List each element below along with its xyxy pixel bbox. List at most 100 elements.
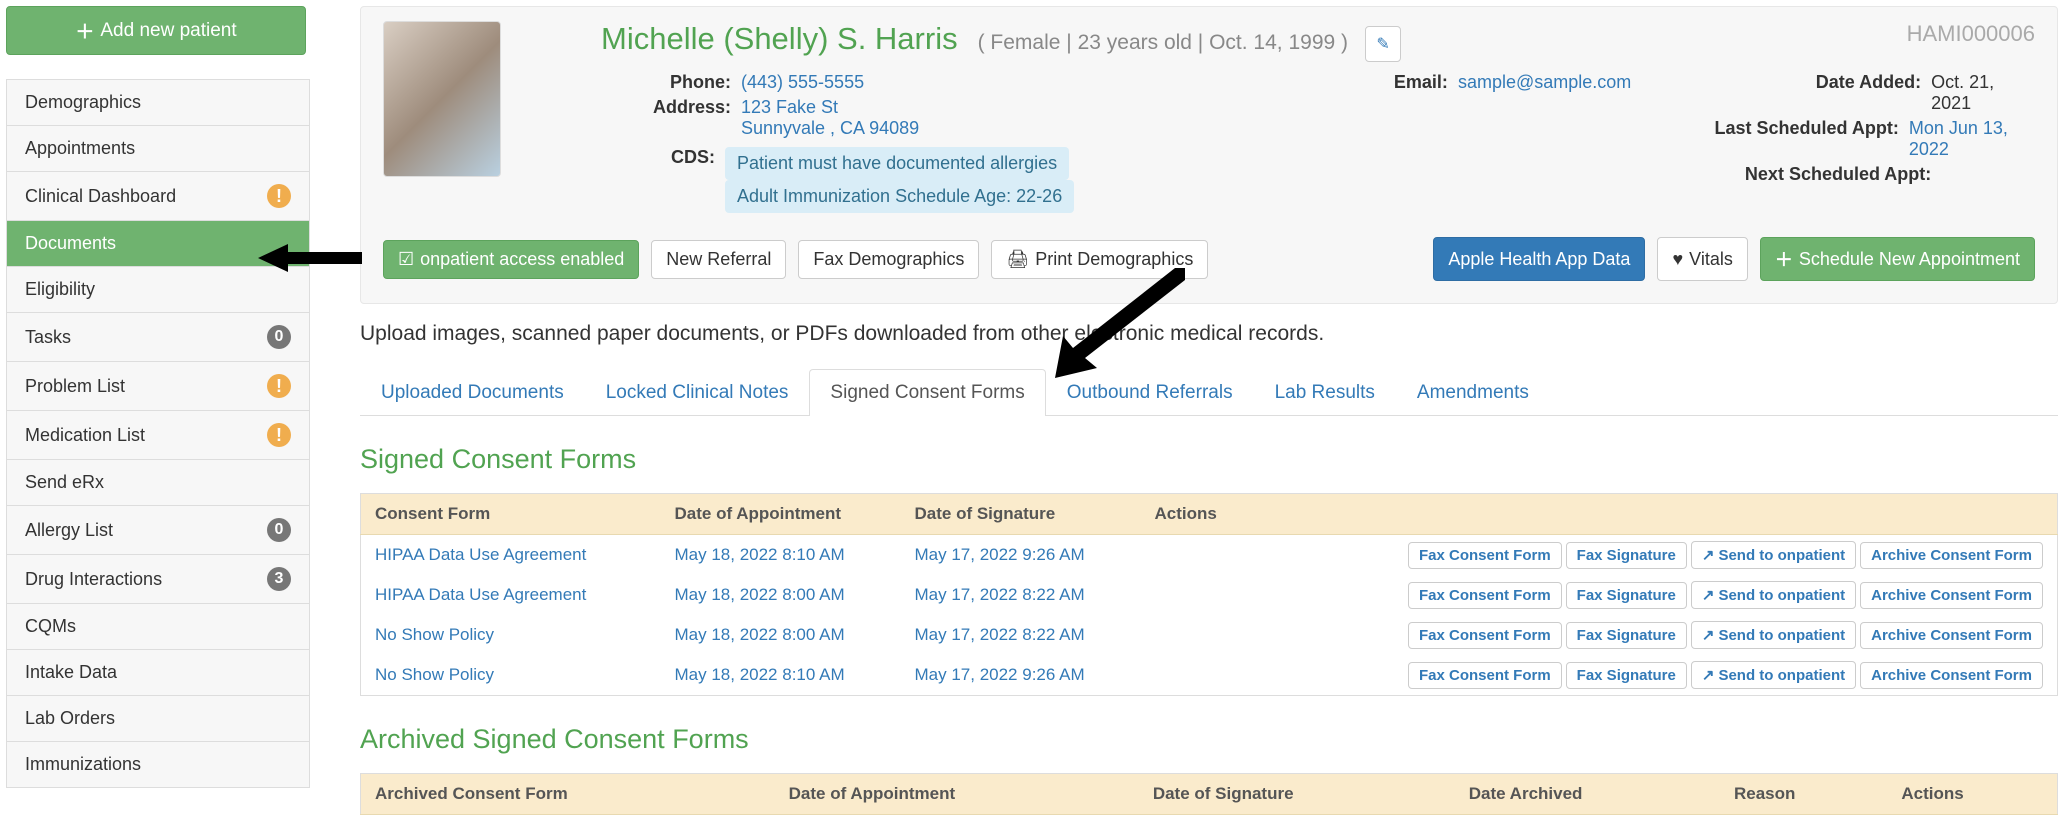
sidebar-item-intake-data[interactable]: Intake Data (6, 650, 310, 696)
signature-date-link[interactable]: May 17, 2022 8:22 AM (901, 575, 1141, 615)
apple-health-button[interactable]: Apple Health App Data (1433, 237, 1645, 281)
instructions-text: Upload images, scanned paper documents, … (360, 322, 2058, 346)
sidebar-item-label: Appointments (25, 138, 135, 159)
onpatient-access-label: onpatient access enabled (420, 249, 624, 270)
check-icon: ☑ (398, 249, 414, 270)
vitals-button[interactable]: ♥ Vitals (1657, 237, 1747, 281)
col-reason: Reason (1720, 774, 1887, 815)
date-added-label: Date Added: (1671, 72, 1931, 114)
sidebar-item-immunizations[interactable]: Immunizations (6, 742, 310, 788)
table-row: No Show PolicyMay 18, 2022 8:00 AMMay 17… (361, 615, 2058, 655)
fax-signature-button[interactable]: Fax Signature (1566, 662, 1687, 689)
fax-signature-button[interactable]: Fax Signature (1566, 542, 1687, 569)
sidebar-item-medication-list[interactable]: Medication List! (6, 411, 310, 460)
address-line1[interactable]: 123 Fake St (741, 97, 919, 118)
sidebar-item-label: Send eRx (25, 472, 104, 493)
consent-form-link[interactable]: No Show Policy (361, 615, 661, 655)
signed-consent-forms-table: Consent Form Date of Appointment Date of… (360, 493, 2058, 696)
sidebar-item-tasks[interactable]: Tasks0 (6, 313, 310, 362)
fax-consent-form-button[interactable]: Fax Consent Form (1408, 622, 1562, 649)
appointment-date-link[interactable]: May 18, 2022 8:00 AM (661, 615, 901, 655)
sidebar-item-drug-interactions[interactable]: Drug Interactions3 (6, 555, 310, 604)
cds-alert-immunization[interactable]: Adult Immunization Schedule Age: 22-26 (725, 180, 1074, 213)
signature-date-link[interactable]: May 17, 2022 9:26 AM (901, 535, 1141, 576)
schedule-appointment-button[interactable]: ＋ Schedule New Appointment (1760, 237, 2035, 281)
phone-label: Phone: (601, 72, 741, 93)
fax-demographics-button[interactable]: Fax Demographics (798, 240, 979, 279)
sidebar-item-send-erx[interactable]: Send eRx (6, 460, 310, 506)
tab-signed-consent-forms[interactable]: Signed Consent Forms (809, 369, 1045, 416)
consent-form-link[interactable]: HIPAA Data Use Agreement (361, 535, 661, 576)
address-line2[interactable]: Sunnyvale , CA 94089 (741, 118, 919, 139)
col-consent-form: Consent Form (361, 494, 661, 535)
send-to-onpatient-button[interactable]: ↗Send to onpatient (1691, 581, 1856, 609)
sidebar-item-clinical-dashboard[interactable]: Clinical Dashboard! (6, 172, 310, 221)
fax-consent-form-button[interactable]: Fax Consent Form (1408, 662, 1562, 689)
signature-date-link[interactable]: May 17, 2022 8:22 AM (901, 615, 1141, 655)
last-appt-link[interactable]: Mon Jun 13, 2022 (1909, 118, 2035, 160)
warning-badge: ! (267, 184, 291, 208)
send-to-onpatient-button[interactable]: ↗Send to onpatient (1691, 541, 1856, 569)
col-date-appointment: Date of Appointment (661, 494, 901, 535)
send-to-onpatient-button[interactable]: ↗Send to onpatient (1691, 621, 1856, 649)
action-label: Fax Consent Form (1419, 587, 1551, 604)
action-label: Fax Signature (1577, 627, 1676, 644)
sidebar-item-cqms[interactable]: CQMs (6, 604, 310, 650)
arrow-signed-tab (1035, 268, 1185, 378)
external-link-icon: ↗ (1702, 547, 1715, 564)
address-label: Address: (601, 97, 741, 139)
signed-consent-forms-heading: Signed Consent Forms (360, 444, 2058, 475)
fax-consent-form-button[interactable]: Fax Consent Form (1408, 582, 1562, 609)
sidebar-nav: Demographics Appointments Clinical Dashboa… (6, 79, 310, 788)
sidebar-item-label: Problem List (25, 376, 125, 397)
action-label: Fax Signature (1577, 667, 1676, 684)
cds-label: CDS: (601, 147, 725, 213)
sidebar-item-demographics[interactable]: Demographics (6, 80, 310, 126)
phone-link[interactable]: (443) 555-5555 (741, 72, 864, 93)
consent-form-link[interactable]: HIPAA Data Use Agreement (361, 575, 661, 615)
new-referral-button[interactable]: New Referral (651, 240, 786, 279)
heart-icon: ♥ (1672, 249, 1683, 270)
signature-date-link[interactable]: May 17, 2022 9:26 AM (901, 655, 1141, 696)
appointment-date-link[interactable]: May 18, 2022 8:10 AM (661, 535, 901, 576)
archive-consent-form-button[interactable]: Archive Consent Form (1860, 582, 2043, 609)
email-label: Email: (1388, 72, 1458, 93)
row-actions: Fax Consent Form Fax Signature ↗Send to on… (1141, 615, 2058, 655)
archived-consent-forms-heading: Archived Signed Consent Forms (360, 724, 2058, 755)
archive-consent-form-button[interactable]: Archive Consent Form (1860, 542, 2043, 569)
table-row: HIPAA Data Use AgreementMay 18, 2022 8:0… (361, 575, 2058, 615)
onpatient-access-button[interactable]: ☑ onpatient access enabled (383, 240, 639, 279)
consent-form-link[interactable]: No Show Policy (361, 655, 661, 696)
cds-alert-allergies[interactable]: Patient must have documented allergies (725, 147, 1069, 180)
tab-amendments[interactable]: Amendments (1396, 369, 1550, 416)
count-badge: 0 (267, 518, 291, 542)
add-patient-button[interactable]: ＋ Add new patient (6, 6, 306, 55)
fax-consent-form-button[interactable]: Fax Consent Form (1408, 542, 1562, 569)
sidebar-item-problem-list[interactable]: Problem List! (6, 362, 310, 411)
tab-lab-results[interactable]: Lab Results (1254, 369, 1396, 416)
appointment-date-link[interactable]: May 18, 2022 8:00 AM (661, 575, 901, 615)
appointment-date-link[interactable]: May 18, 2022 8:10 AM (661, 655, 901, 696)
fax-signature-button[interactable]: Fax Signature (1566, 582, 1687, 609)
pencil-icon: ✎ (1376, 34, 1389, 54)
action-label: Archive Consent Form (1871, 587, 2032, 604)
tab-locked-clinical-notes[interactable]: Locked Clinical Notes (585, 369, 810, 416)
sidebar-item-allergy-list[interactable]: Allergy List0 (6, 506, 310, 555)
email-link[interactable]: sample@sample.com (1458, 72, 1631, 93)
col-date-archived: Date Archived (1455, 774, 1720, 815)
tab-uploaded-documents[interactable]: Uploaded Documents (360, 369, 585, 416)
col-actions: Actions (1141, 494, 2058, 535)
action-label: Archive Consent Form (1871, 547, 2032, 564)
patient-id: HAMI000006 (1907, 21, 2035, 47)
sidebar-item-label: Lab Orders (25, 708, 115, 729)
action-label: Fax Signature (1577, 547, 1676, 564)
sidebar-item-lab-orders[interactable]: Lab Orders (6, 696, 310, 742)
edit-patient-button[interactable]: ✎ (1365, 26, 1401, 62)
external-link-icon: ↗ (1702, 627, 1715, 644)
archive-consent-form-button[interactable]: Archive Consent Form (1860, 622, 2043, 649)
fax-signature-button[interactable]: Fax Signature (1566, 622, 1687, 649)
send-to-onpatient-button[interactable]: ↗Send to onpatient (1691, 661, 1856, 689)
sidebar-item-appointments[interactable]: Appointments (6, 126, 310, 172)
plus-icon: ＋ (75, 17, 94, 44)
archive-consent-form-button[interactable]: Archive Consent Form (1860, 662, 2043, 689)
